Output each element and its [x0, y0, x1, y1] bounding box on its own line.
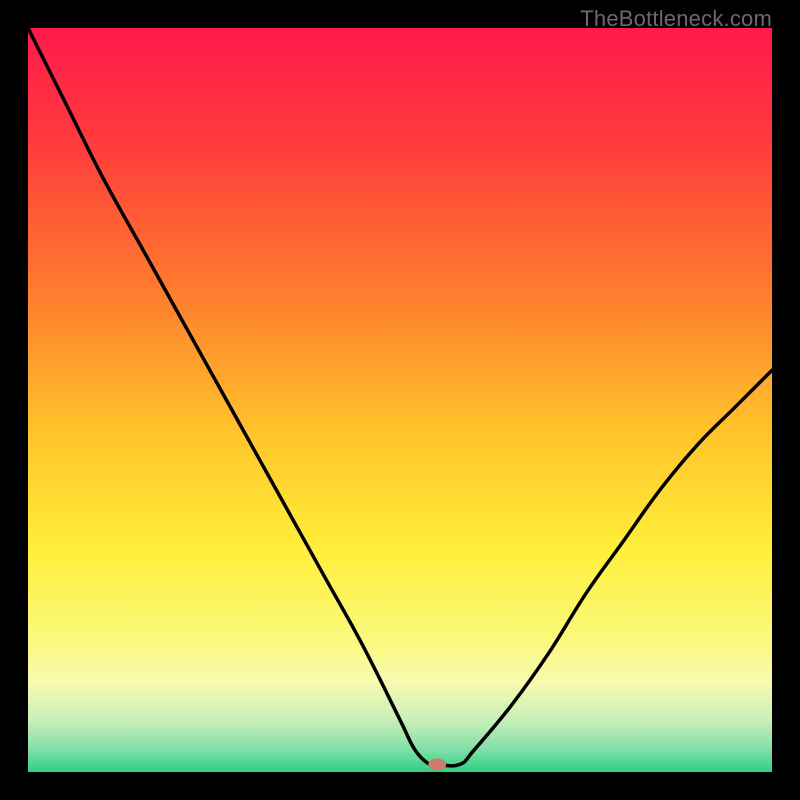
plot-area: [28, 28, 772, 772]
marker-dot: [428, 759, 446, 771]
bottleneck-curve: [28, 28, 772, 772]
chart-container: TheBottleneck.com: [0, 0, 800, 800]
